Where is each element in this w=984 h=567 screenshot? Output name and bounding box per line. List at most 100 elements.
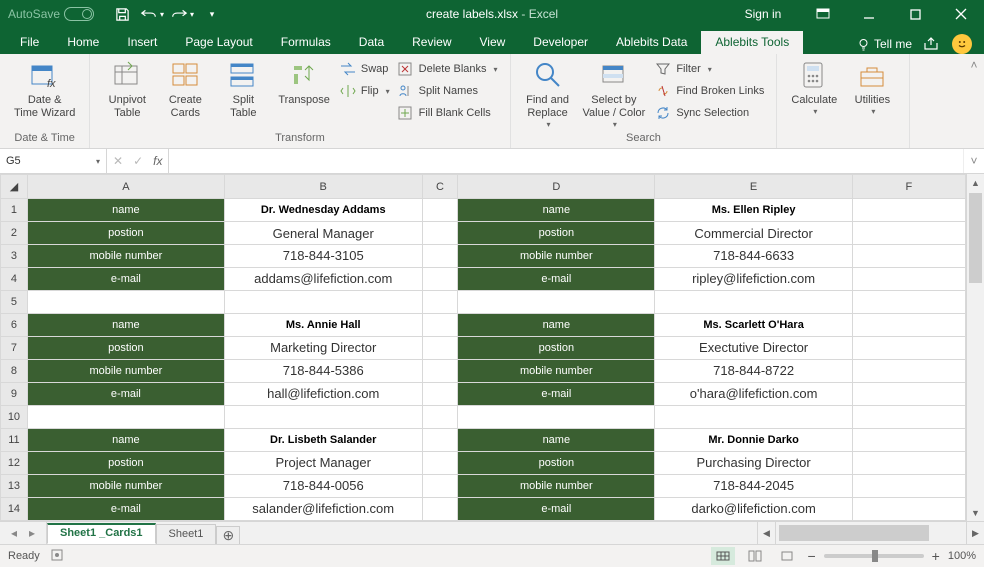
find-replace-button[interactable]: Find and Replace▾ (519, 56, 577, 129)
sheet-next-icon[interactable]: ▸ (24, 526, 40, 540)
create-cards-button[interactable]: Create Cards (156, 56, 214, 120)
zoom-in-button[interactable]: + (932, 548, 940, 564)
delete-blanks-button[interactable]: Delete Blanks▾ (394, 59, 502, 79)
tab-review[interactable]: Review (398, 31, 465, 54)
cards-icon (170, 58, 200, 92)
group-search: Find and Replace▾ Select by Value / Colo… (511, 54, 778, 148)
ribbon-tabs: File Home Insert Page Layout Formulas Da… (0, 28, 984, 54)
select-by-value-button[interactable]: Select by Value / Color▾ (577, 56, 652, 129)
row-header[interactable]: 1 (1, 199, 28, 222)
scroll-down-icon[interactable]: ▼ (967, 504, 984, 521)
view-normal-button[interactable] (711, 547, 735, 565)
broken-link-icon (655, 83, 671, 99)
unpivot-table-button[interactable]: Unpivot Table (98, 56, 156, 120)
tab-data[interactable]: Data (345, 31, 398, 54)
cancel-formula-icon[interactable]: ✕ (113, 154, 123, 168)
save-icon[interactable] (108, 2, 136, 26)
tab-home[interactable]: Home (53, 31, 113, 54)
autosave-label: AutoSave (8, 7, 60, 21)
zoom-level[interactable]: 100% (948, 550, 976, 562)
scroll-thumb[interactable] (969, 193, 982, 283)
horizontal-scrollbar[interactable]: ◀ ▶ (757, 522, 984, 544)
group-calculate: Calculate▾ Utilities▾ (777, 54, 910, 148)
sheet-tab-active[interactable]: Sheet1 _Cards1 (47, 523, 156, 544)
titlebar: AutoSave ▾ ▾ ▾ create labels.xlsx - Exce… (0, 0, 984, 28)
toolbox-icon (857, 58, 887, 92)
calculate-button[interactable]: Calculate▾ (785, 56, 843, 116)
ribbon-options-button[interactable] (800, 0, 846, 28)
fx-icon[interactable]: fx (153, 154, 162, 168)
col-header[interactable]: D (458, 175, 655, 199)
redo-button[interactable]: ▾ (168, 2, 196, 26)
expand-formula-bar[interactable]: ˅ (963, 149, 984, 173)
transpose-icon (289, 58, 319, 92)
utilities-button[interactable]: Utilities▾ (843, 56, 901, 116)
scroll-up-icon[interactable]: ▲ (967, 174, 984, 191)
split-names-button[interactable]: Split Names (394, 81, 502, 101)
filter-button[interactable]: Filter▾ (651, 59, 768, 79)
find-broken-links-button[interactable]: Find Broken Links (651, 81, 768, 101)
delete-blanks-icon (398, 61, 414, 77)
group-label: Search (519, 132, 769, 148)
bulb-icon (857, 38, 870, 51)
add-sheet-button[interactable]: ⊕ (216, 526, 240, 544)
collapse-ribbon-button[interactable]: ˄ (964, 54, 984, 148)
sync-icon (655, 105, 671, 121)
zoom-out-button[interactable]: − (807, 548, 815, 564)
vertical-scrollbar[interactable]: ▲ ▼ (966, 174, 984, 521)
signin-button[interactable]: Sign in (726, 0, 800, 28)
transpose-button[interactable]: Transpose (272, 56, 336, 107)
macro-record-icon[interactable] (50, 548, 64, 565)
scroll-right-icon[interactable]: ▶ (966, 522, 984, 544)
feedback-button[interactable] (952, 34, 972, 54)
formula-bar: G5▾ ✕ ✓ fx ˅ (0, 149, 984, 174)
tell-me[interactable]: Tell me (857, 37, 912, 51)
tab-file[interactable]: File (6, 31, 53, 54)
tab-developer[interactable]: Developer (519, 31, 602, 54)
view-page-break-button[interactable] (775, 547, 799, 565)
spreadsheet-grid[interactable]: ◢ A B C D E F 1nameDr. Wednesday Addamsn… (0, 174, 966, 521)
name-box[interactable]: G5▾ (0, 149, 107, 173)
tab-ablebits-tools[interactable]: Ablebits Tools (701, 31, 803, 54)
tab-pagelayout[interactable]: Page Layout (171, 31, 266, 54)
toggle-icon (64, 7, 94, 21)
tab-formulas[interactable]: Formulas (267, 31, 345, 54)
undo-button[interactable]: ▾ (138, 2, 166, 26)
tab-view[interactable]: View (466, 31, 520, 54)
qat-customize[interactable]: ▾ (198, 2, 226, 26)
fill-blank-button[interactable]: Fill Blank Cells (394, 103, 502, 123)
col-header[interactable]: F (852, 175, 965, 199)
calendar-fx-icon: fx (30, 58, 60, 92)
view-page-layout-button[interactable] (743, 547, 767, 565)
col-header[interactable]: A (27, 175, 224, 199)
share-button[interactable] (924, 37, 940, 51)
select-by-icon (599, 58, 629, 92)
close-button[interactable] (938, 0, 984, 28)
sync-selection-button[interactable]: Sync Selection (651, 103, 768, 123)
swap-button[interactable]: Swap (336, 59, 394, 79)
tab-ablebits-data[interactable]: Ablebits Data (602, 31, 701, 54)
datetime-wizard-button[interactable]: fx Date & Time Wizard (8, 56, 81, 120)
zoom-slider[interactable] (824, 554, 924, 558)
funnel-icon (655, 61, 671, 77)
ribbon: fx Date & Time Wizard Date & Time Unpivo… (0, 54, 984, 149)
scroll-thumb[interactable] (779, 525, 929, 541)
col-header[interactable]: E (655, 175, 853, 199)
minimize-button[interactable] (846, 0, 892, 28)
flip-button[interactable]: Flip▾ (336, 81, 394, 101)
col-header[interactable]: C (422, 175, 458, 199)
enter-formula-icon[interactable]: ✓ (133, 154, 143, 168)
split-icon (228, 58, 258, 92)
split-table-button[interactable]: Split Table (214, 56, 272, 120)
maximize-button[interactable] (892, 0, 938, 28)
sheet-prev-icon[interactable]: ◂ (6, 526, 22, 540)
swap-icon (340, 61, 356, 77)
autosave-toggle[interactable]: AutoSave (8, 7, 94, 21)
formula-input[interactable] (169, 149, 963, 173)
tab-insert[interactable]: Insert (113, 31, 171, 54)
sheet-tab[interactable]: Sheet1 (156, 524, 217, 544)
select-all-corner[interactable]: ◢ (1, 175, 28, 199)
scroll-left-icon[interactable]: ◀ (757, 522, 775, 544)
group-datetime: fx Date & Time Wizard Date & Time (0, 54, 90, 148)
col-header[interactable]: B (224, 175, 422, 199)
